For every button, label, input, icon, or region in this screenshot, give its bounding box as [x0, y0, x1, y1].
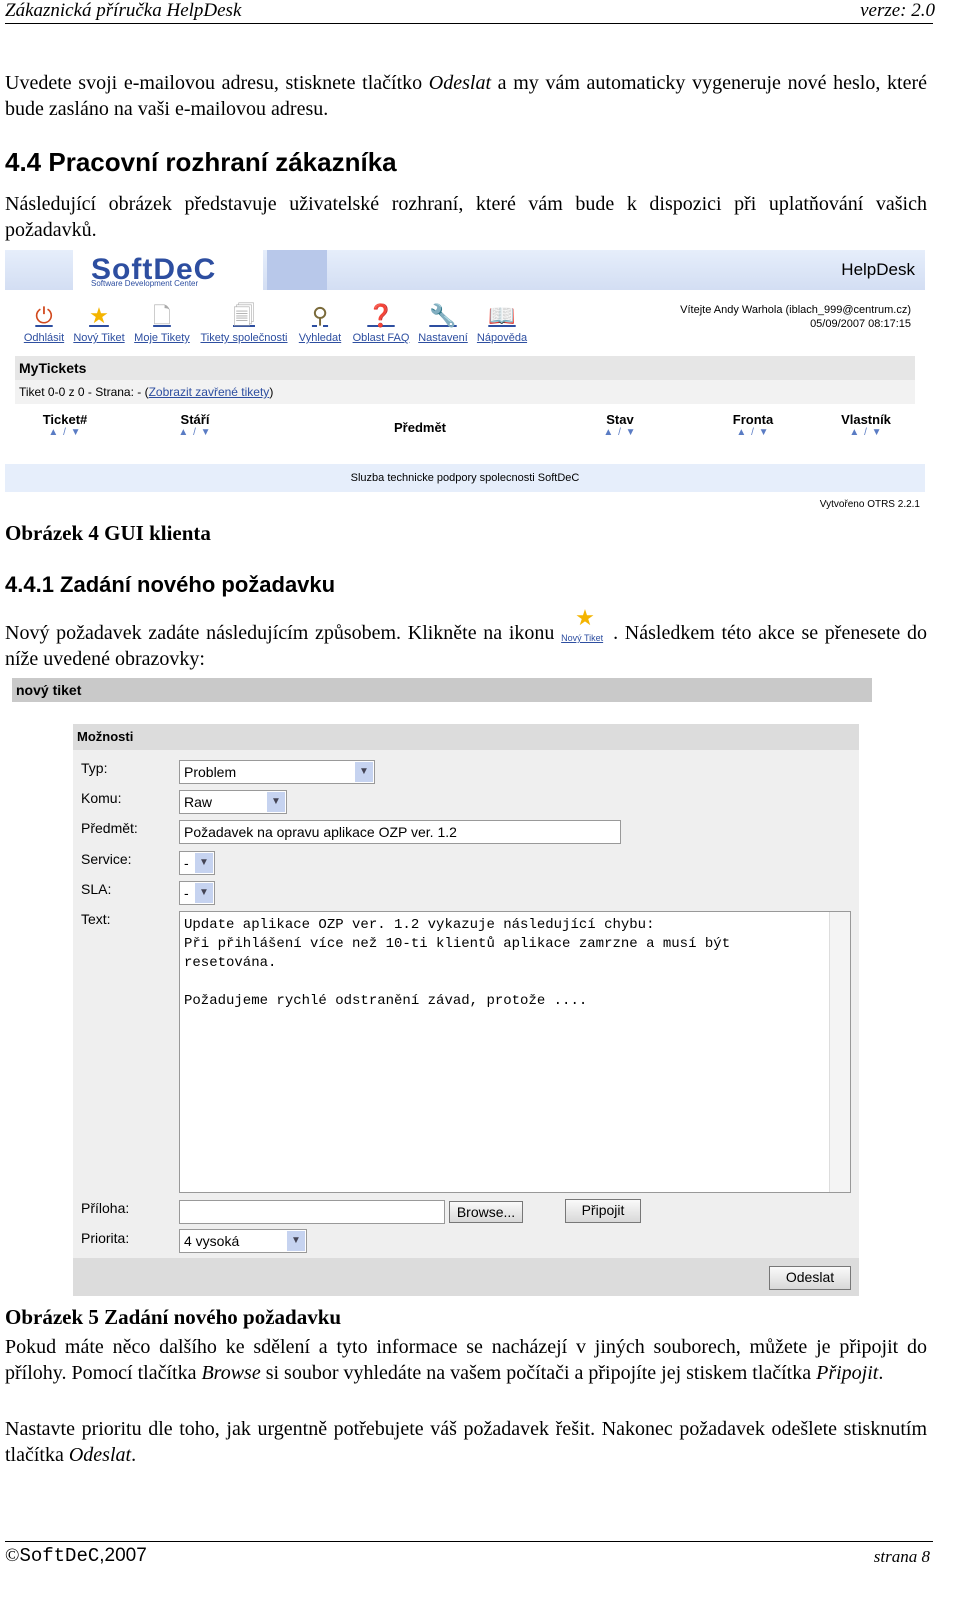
search-icon: ⚲ — [311, 303, 329, 328]
to-label: Komu: — [81, 790, 122, 806]
sort-icon[interactable]: ▲ / ▼ — [590, 427, 650, 438]
help-icon: ❓ — [367, 303, 395, 328]
sort-icon[interactable]: ▲ / ▼ — [723, 427, 783, 438]
priority-paragraph: Nastavte prioritu dle toho, jak urgentně… — [5, 1418, 927, 1466]
show-closed-tickets-link[interactable]: Zobrazit zavřené tikety — [149, 385, 270, 399]
banner-stripes — [267, 250, 327, 290]
figure-caption-4: Obrázek 4 GUI klienta — [5, 521, 211, 545]
doc-header-version: verze: 2.0 — [860, 0, 935, 21]
intro-paragraph: Uvedete svoji e-mailovou adresu, stiskne… — [5, 72, 928, 120]
tool-settings[interactable]: 🔧 Nastavení — [415, 302, 471, 350]
subject-input[interactable]: Požadavek na opravu aplikace OZP ver. 1.… — [179, 820, 621, 844]
attachment-input[interactable] — [179, 1200, 445, 1224]
tool-new-ticket[interactable]: ★ Nový Tiket — [69, 302, 129, 350]
service-label: Service: — [81, 851, 132, 867]
chevron-down-icon: ▼ — [267, 792, 285, 812]
logout-icon: ⏻ — [35, 303, 53, 328]
mytickets-subline: Tiket 0-0 z 0 - Strana: - (Zobrazit zavř… — [15, 380, 915, 404]
column-state[interactable]: Stav ▲ / ▼ — [590, 412, 650, 438]
browse-button[interactable]: Browse... — [449, 1201, 523, 1223]
column-queue[interactable]: Fronta ▲ / ▼ — [723, 412, 783, 438]
text-label: Text: — [81, 911, 111, 927]
sla-select[interactable]: - ▼ — [179, 881, 215, 905]
star-icon: ★ — [89, 303, 109, 328]
welcome-datetime: 05/09/2007 08:17:15 — [810, 318, 911, 330]
doc-header-title: Zákaznická příručka HelpDesk — [5, 0, 242, 21]
documents-icon: 🗐 — [233, 303, 255, 328]
mytickets-header: MyTickets — [15, 356, 915, 380]
softdec-logo-subtitle: Software Development Center — [91, 279, 199, 288]
gui-client-screenshot: SoftDeC Software Development Center Help… — [5, 250, 925, 515]
tool-logout[interactable]: ⏻ Odhlásit — [19, 302, 69, 350]
new-ticket-bar: nový tiket — [12, 678, 872, 702]
header-rule — [5, 23, 933, 24]
send-button[interactable]: Odeslat — [769, 1266, 851, 1290]
new-ticket-form-screenshot: Možnosti Typ: Problem ▼ Komu: Raw ▼ Předmě… — [73, 724, 859, 1296]
sla-label: SLA: — [81, 881, 112, 897]
footer-page-number: strana 8 — [873, 1547, 930, 1566]
attach-button[interactable]: Připojit — [565, 1199, 641, 1223]
figure-caption-5: Obrázek 5 Zadání nového požadavku — [5, 1305, 342, 1329]
inline-new-ticket-icon: ★ Nový Tiket — [561, 606, 604, 643]
column-ticket[interactable]: Ticket# ▲ / ▼ — [35, 412, 95, 438]
footer-copyright: ©SoftDeC,2007 — [5, 1545, 147, 1567]
subject-label: Předmět: — [81, 820, 138, 836]
tool-search[interactable]: ⚲ Vyhledat — [296, 302, 344, 350]
priority-label: Priorita: — [81, 1230, 130, 1246]
subsection-title: 4.4.1 Zadání nového požadavku — [5, 572, 336, 597]
toolbar: ⏻ Odhlásit ★ Nový Tiket 🗋 Moje Tikety 🗐 Tike… — [19, 302, 539, 350]
column-owner[interactable]: Vlastník ▲ / ▼ — [831, 412, 901, 438]
form-footer-bar — [73, 1258, 859, 1296]
created-by-otrs: Vytvořeno OTRS 2.2.1 — [819, 499, 920, 510]
sort-icon[interactable]: ▲ / ▼ — [35, 427, 95, 438]
column-subject[interactable]: Předmět — [385, 420, 455, 435]
footer-rule — [5, 1541, 933, 1542]
service-select[interactable]: - ▼ — [179, 851, 215, 875]
chevron-down-icon: ▼ — [195, 853, 213, 873]
intro-italic-odeslat: Odeslat — [428, 72, 492, 94]
attachment-paragraph: Pokud máte něco dalšího ke sdělení a tyt… — [5, 1336, 927, 1384]
priority-select[interactable]: 4 vysoká ▼ — [179, 1229, 307, 1253]
text-area[interactable]: Update aplikace OZP ver. 1.2 vykazuje ná… — [179, 911, 851, 1193]
attachment-label: Příloha: — [81, 1200, 130, 1216]
tool-my-tickets[interactable]: 🗋 Moje Tikety — [131, 302, 193, 350]
helpdesk-title: HelpDesk — [841, 260, 915, 279]
chevron-down-icon: ▼ — [355, 762, 373, 782]
welcome-block: Vítejte Andy Warhola (iblach_999@centrum… — [680, 303, 911, 331]
subsection-paragraph: Nový požadavek zadáte následujícím způso… — [5, 606, 927, 670]
textarea-scrollbar[interactable] — [829, 912, 850, 1192]
welcome-text: Vítejte Andy Warhola (iblach_999@centrum… — [680, 304, 911, 316]
chevron-down-icon: ▼ — [287, 1231, 305, 1251]
type-label: Typ: — [81, 760, 108, 776]
section-paragraph: Následující obrázek představuje uživatel… — [5, 193, 927, 241]
document-icon: 🗋 — [153, 303, 171, 328]
section-title: 4.4 Pracovní rozhraní zákazníka — [5, 147, 397, 177]
chevron-down-icon: ▼ — [195, 883, 213, 903]
sort-icon[interactable]: ▲ / ▼ — [831, 427, 901, 438]
tool-company-tickets[interactable]: 🗐 Tikety společnosti — [195, 302, 293, 350]
book-icon: 📖 — [488, 303, 516, 328]
support-footer-bar: Sluzba technicke podpory spolecnosti Sof… — [5, 464, 925, 492]
tool-faq[interactable]: ❓ Oblast FAQ — [349, 302, 413, 350]
type-select[interactable]: Problem ▼ — [179, 760, 375, 784]
tool-help[interactable]: 📖 Nápověda — [474, 302, 530, 350]
options-header: Možnosti — [73, 724, 859, 750]
column-age[interactable]: Stáří ▲ / ▼ — [165, 412, 225, 438]
to-select[interactable]: Raw ▼ — [179, 790, 287, 814]
sort-icon[interactable]: ▲ / ▼ — [165, 427, 225, 438]
tools-icon: 🔧 — [429, 303, 457, 328]
